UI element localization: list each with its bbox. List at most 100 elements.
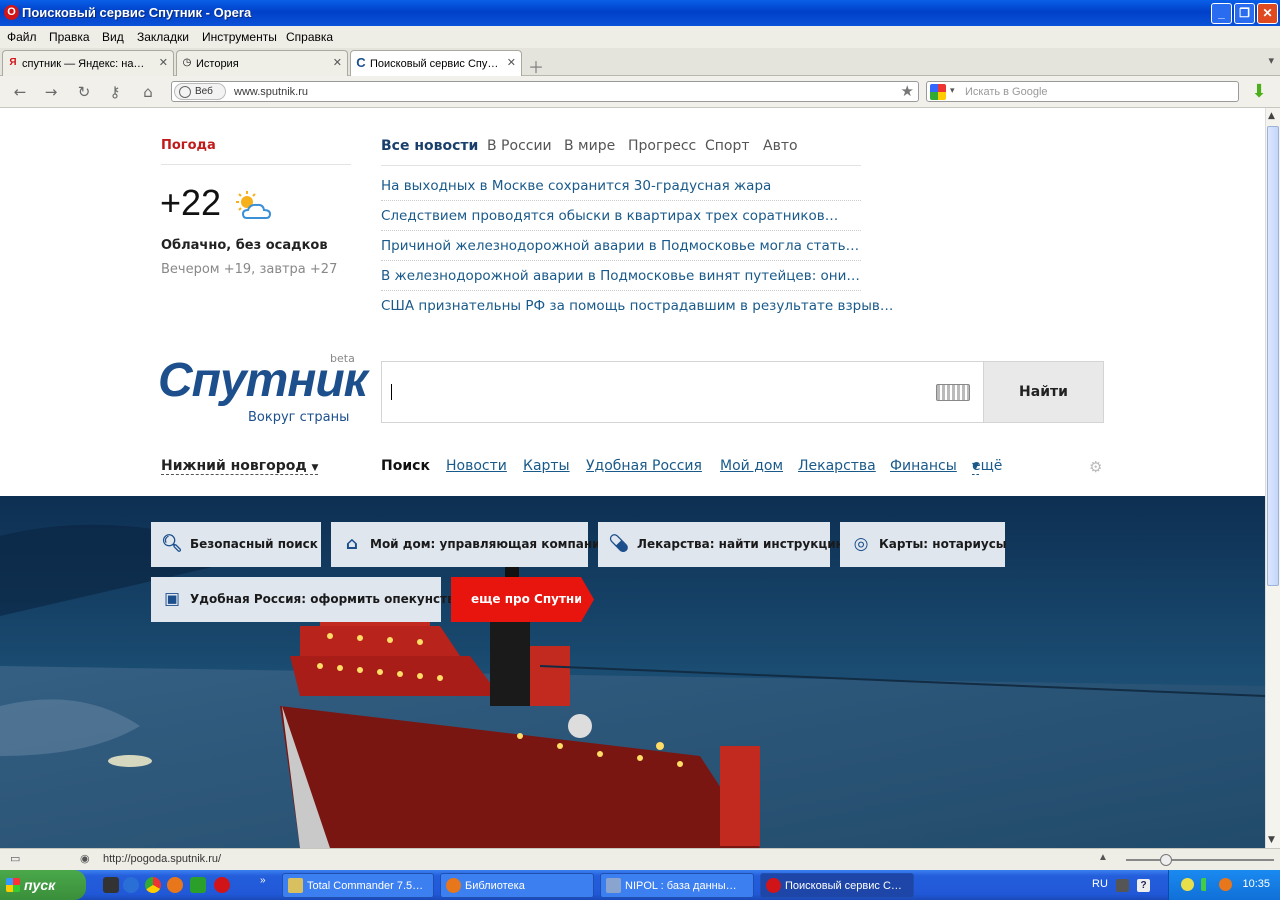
menu-edit[interactable]: Правка (49, 30, 90, 44)
divider (381, 165, 861, 166)
divider (381, 260, 861, 261)
tray-app-icon[interactable] (1219, 878, 1232, 891)
tab-close-icon[interactable]: ✕ (333, 56, 342, 69)
chrome-icon[interactable] (145, 877, 161, 893)
maximize-button[interactable]: ❐ (1234, 3, 1255, 24)
panel-toggle-icon[interactable]: ▭ (10, 852, 20, 865)
taskbar-opera[interactable]: Поисковый сервис С… (760, 873, 914, 898)
quicklaunch-app-icon[interactable] (103, 877, 119, 893)
media-player-icon[interactable] (123, 877, 139, 893)
opera-icon[interactable] (214, 877, 230, 893)
zoom-slider-thumb[interactable] (1160, 854, 1172, 866)
service-maps[interactable]: Карты (523, 458, 570, 474)
tab-yandex[interactable]: Я спутник — Яндекс: на… ✕ (2, 50, 174, 76)
news-item[interactable]: Следствием проводятся обыски в квартирах… (381, 208, 838, 224)
news-tab-sport[interactable]: Спорт (705, 138, 750, 154)
promo-maps[interactable]: ◎ Карты: нотариусы (840, 522, 1007, 567)
news-tab-all[interactable]: Все новости (381, 138, 478, 154)
address-bar[interactable]: Веб www.sputnik.ru ★ (171, 81, 919, 102)
promo-arrow-tip (581, 577, 594, 622)
promo-label: Безопасный поиск (190, 537, 318, 551)
yandex-icon: Я (9, 57, 17, 68)
menu-help[interactable]: Справка (286, 30, 333, 44)
news-item[interactable]: На выходных в Москве сохранится 30-граду… (381, 178, 771, 194)
tab-sputnik[interactable]: С Поисковый сервис Спу… ✕ (350, 50, 522, 77)
promo-my-home[interactable]: ⌂ Мой дом: управляющая компания (331, 522, 608, 567)
zoom-arrow-icon[interactable]: ▲ (1098, 852, 1108, 863)
home-icon[interactable]: ⌂ (138, 82, 158, 102)
news-tab-auto[interactable]: Авто (763, 138, 798, 154)
minimize-button[interactable]: _ (1211, 3, 1232, 24)
lightning-icon[interactable] (1181, 878, 1194, 891)
weather-temperature[interactable]: +22 (160, 182, 221, 224)
web-badge[interactable]: Веб (174, 83, 226, 100)
start-button[interactable]: пуск (0, 870, 86, 900)
taskbar-total-commander[interactable]: Total Commander 7.5… (282, 873, 434, 898)
service-finance[interactable]: Финансы (890, 458, 957, 474)
weather-heading[interactable]: Погода (161, 138, 216, 153)
keyboard-tray-icon[interactable] (1116, 879, 1129, 892)
tab-close-icon[interactable]: ✕ (159, 56, 168, 69)
key-icon[interactable]: ⚷ (105, 82, 125, 102)
promo-more-sputnik[interactable]: еще про Спутник (451, 577, 591, 622)
back-arrow-icon[interactable]: ← (10, 82, 30, 102)
download-arrow-icon[interactable]: ⬇ (1249, 81, 1269, 103)
eye-icon[interactable]: ◉ (80, 852, 90, 865)
signal-icon[interactable] (1201, 878, 1214, 891)
region-selector[interactable]: Нижний новгород ▼ (161, 458, 319, 475)
search-button[interactable]: Найти (983, 361, 1104, 423)
menu-tools[interactable]: Инструменты (202, 30, 277, 44)
zoom-slider-track[interactable] (1126, 859, 1274, 861)
divider (381, 290, 861, 291)
news-tab-russia[interactable]: В России (487, 138, 552, 154)
sputnik-logo[interactable]: Спутник beta Вокруг страны (158, 352, 368, 425)
scroll-thumb[interactable] (1267, 126, 1279, 586)
close-button[interactable]: ✕ (1257, 3, 1278, 24)
news-tab-progress[interactable]: Прогресс (628, 138, 696, 154)
tab-menu-chevron-icon[interactable]: ▾ (1268, 54, 1274, 67)
service-more[interactable]: ещё ▾ (972, 458, 1002, 475)
vertical-scrollbar[interactable]: ▲ ▼ (1265, 108, 1280, 848)
gear-icon[interactable]: ⚙ (1089, 458, 1102, 476)
language-indicator[interactable]: RU (1092, 878, 1108, 890)
divider (161, 164, 351, 165)
quicklaunch-expand-icon[interactable]: » (260, 875, 266, 886)
tab-close-icon[interactable]: ✕ (507, 56, 516, 69)
new-tab-icon[interactable]: ＋ (528, 54, 544, 78)
promo-convenient-russia[interactable]: ▣ Удобная Россия: оформить опекунство (151, 577, 463, 622)
service-news[interactable]: Новости (446, 458, 507, 474)
reload-icon[interactable]: ↻ (74, 82, 94, 102)
menu-view[interactable]: Вид (102, 30, 124, 44)
logo-tagline: Вокруг страны (248, 410, 350, 425)
scroll-up-icon[interactable]: ▲ (1268, 111, 1275, 121)
promo-label: Удобная Россия: оформить опекунство (190, 592, 463, 606)
bookmark-star-icon[interactable]: ★ (901, 82, 914, 100)
news-item[interactable]: В железнодорожной аварии в Подмосковье в… (381, 268, 860, 284)
news-item[interactable]: Причиной железнодорожной аварии в Подмос… (381, 238, 859, 254)
search-input[interactable] (381, 361, 984, 423)
taskbar-nipol[interactable]: NIPOL : база данны… (600, 873, 754, 898)
menu-bookmarks[interactable]: Закладки (137, 30, 189, 44)
news-item[interactable]: США признательны РФ за помощь пострадавш… (381, 298, 893, 314)
browser-search-field[interactable]: ▾ Искать в Google (926, 81, 1239, 102)
window-title-bar: O Поисковый сервис Спутник - Opera _ ❐ ✕ (0, 0, 1280, 26)
promo-safe-search[interactable]: 🔍︎ Безопасный поиск (151, 522, 321, 567)
green-app-icon[interactable] (190, 877, 206, 893)
service-convenient-russia[interactable]: Удобная Россия (586, 458, 702, 474)
help-icon[interactable]: ? (1137, 879, 1150, 892)
menu-file[interactable]: Файл (7, 30, 37, 44)
chevron-down-icon[interactable]: ▾ (950, 85, 955, 96)
firefox-icon[interactable] (167, 877, 183, 893)
taskbar-library[interactable]: Библиотека (440, 873, 594, 898)
scroll-down-icon[interactable]: ▼ (1268, 835, 1275, 845)
tab-history[interactable]: ◷ История ✕ (176, 50, 348, 76)
service-medicines[interactable]: Лекарства (798, 458, 876, 474)
news-tab-world[interactable]: В мире (564, 138, 615, 154)
promo-medicines[interactable]: 💊︎ Лекарства: найти инструкцию (598, 522, 847, 567)
keyboard-icon[interactable] (936, 384, 970, 401)
google-icon[interactable] (930, 84, 946, 100)
service-my-home[interactable]: Мой дом (720, 458, 783, 474)
address-url[interactable]: www.sputnik.ru (234, 86, 308, 98)
service-search[interactable]: Поиск (381, 458, 430, 474)
forward-arrow-icon[interactable]: → (41, 82, 61, 102)
